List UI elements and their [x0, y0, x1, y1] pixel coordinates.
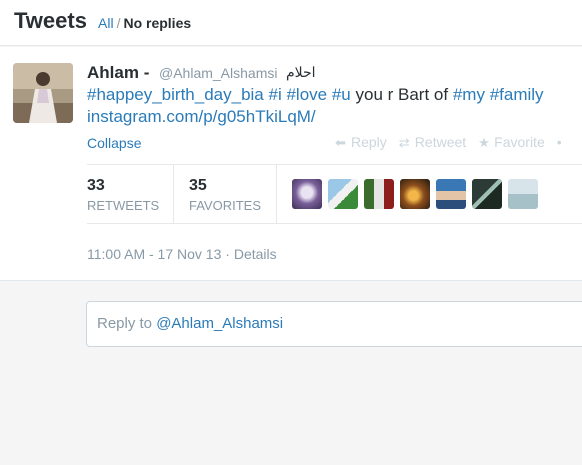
tweet-expanded: Ahlam - @Ahlam_Alshamsi احلام #happey_bi… [0, 47, 582, 281]
user-avatar[interactable] [508, 179, 538, 209]
retweets-count: 33 [87, 177, 105, 194]
header-filters: All / No replies [98, 15, 191, 31]
tweet-stats: 33 RETWEETS 35 FAVORITES [87, 164, 582, 224]
timestamp-link[interactable]: 11:00 AM - 17 Nov 13 [87, 246, 221, 262]
favorites-label: FAVORITES [189, 198, 261, 213]
hashtag-link[interactable]: #happey_birth_day_bia [87, 85, 264, 104]
reply-action[interactable]: ⬅ Reply [335, 134, 387, 151]
author-arabic-name: احلام [286, 64, 316, 80]
user-avatar[interactable] [436, 179, 466, 209]
reply-prefix: Reply to [97, 315, 153, 332]
reply-input[interactable]: Reply to @Ahlam_Alshamsi [86, 301, 582, 347]
hashtag-link[interactable]: #i [269, 85, 282, 104]
tweet-meta: 11:00 AM - 17 Nov 13 · Details [87, 246, 277, 262]
author-handle[interactable]: @Ahlam_Alshamsi [159, 65, 277, 81]
user-avatar[interactable] [328, 179, 358, 209]
filter-separator: / [116, 15, 121, 31]
reply-area: Reply to @Ahlam_Alshamsi [0, 282, 582, 465]
retweet-action[interactable]: ⇄ Retweet [399, 134, 466, 151]
avatar[interactable] [13, 63, 73, 123]
details-link[interactable]: Details [234, 246, 277, 262]
hashtag-link[interactable]: #family [490, 85, 544, 104]
more-action[interactable]: • [557, 134, 562, 150]
user-avatar[interactable] [400, 179, 430, 209]
meta-separator: · [225, 246, 230, 262]
filter-all-link[interactable]: All [98, 15, 114, 31]
hashtag-link[interactable]: #my [453, 85, 485, 104]
reply-arrow-icon: ⬅ [335, 135, 346, 150]
favorites-count: 35 [189, 177, 207, 194]
favorites-stat[interactable]: 35 FAVORITES [175, 165, 277, 223]
retweets-label: RETWEETS [87, 198, 160, 213]
tweet-actions: ⬅ Reply ⇄ Retweet ★ Favorite • [335, 134, 574, 151]
user-avatar[interactable] [472, 179, 502, 209]
user-avatar[interactable] [364, 179, 394, 209]
timeline-header: Tweets All / No replies [0, 0, 582, 46]
user-avatar[interactable] [292, 179, 322, 209]
filter-no-replies: No replies [123, 15, 192, 31]
hashtag-link[interactable]: #u [332, 85, 351, 104]
favorite-action[interactable]: ★ Favorite [478, 134, 545, 151]
instagram-link[interactable]: instagram.com/p/g05hTkiLqM/ [87, 107, 316, 126]
retweet-icon: ⇄ [398, 135, 410, 150]
tweet-plain-text: you r Bart of [355, 85, 449, 104]
reply-mention: @Ahlam_Alshamsi [156, 315, 284, 332]
tweet-text: #happey_birth_day_bia #i #love #u you r … [87, 84, 577, 128]
retweets-stat[interactable]: 33 RETWEETS [87, 165, 174, 223]
star-icon: ★ [478, 135, 490, 150]
author-name[interactable]: Ahlam - [87, 63, 149, 83]
header-title: Tweets [14, 8, 87, 33]
hashtag-link[interactable]: #love [286, 85, 327, 104]
collapse-link[interactable]: Collapse [87, 135, 141, 151]
